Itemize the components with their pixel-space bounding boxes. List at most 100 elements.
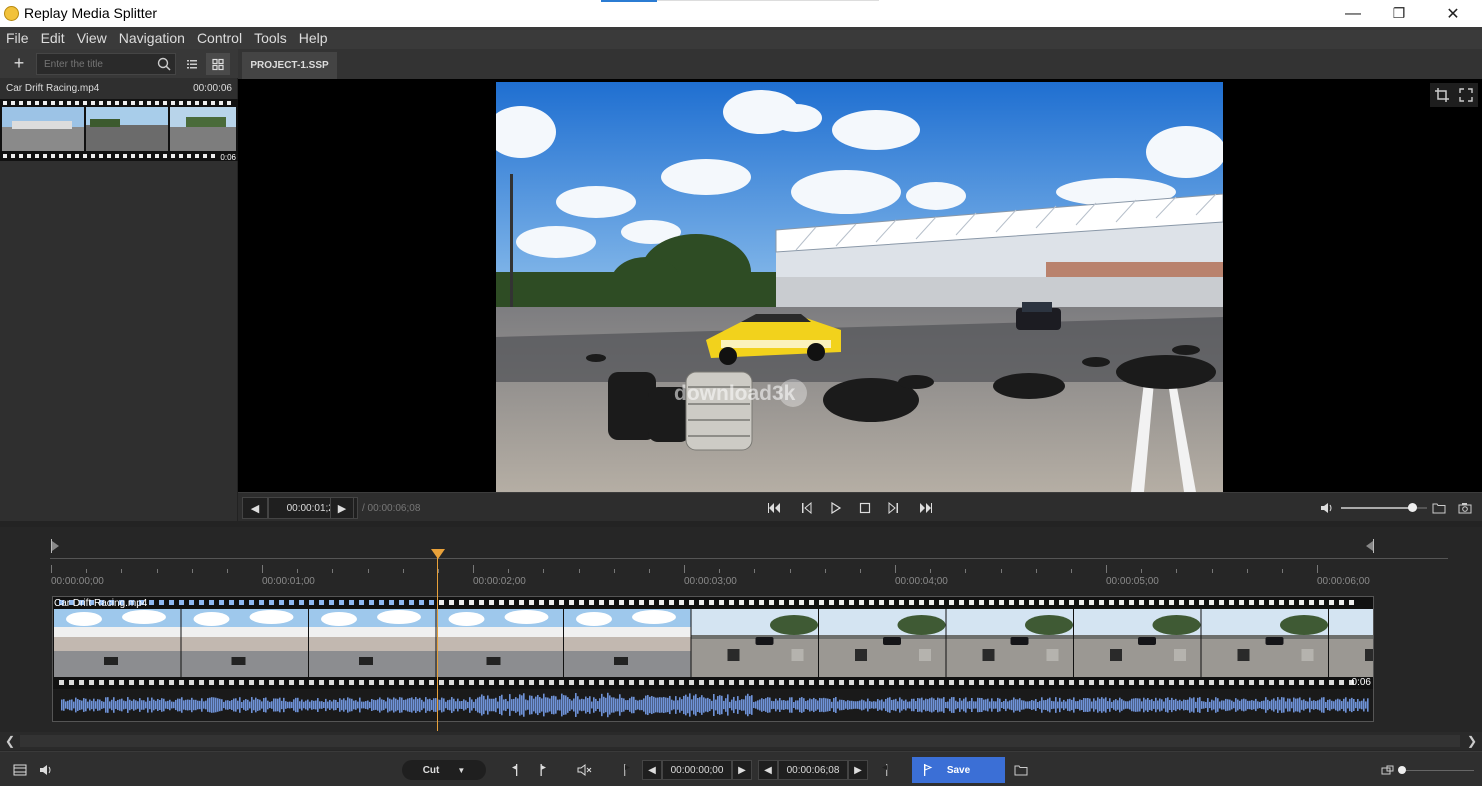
fullscreen-icon[interactable] [1456, 85, 1476, 105]
waveform-bar [315, 700, 317, 710]
waveform-bar [1011, 699, 1013, 711]
waveform-bar [943, 697, 945, 713]
save-button[interactable]: Save [912, 757, 1005, 783]
waveform-bar [695, 694, 697, 716]
go-to-end-marker-icon[interactable] [876, 760, 896, 780]
waveform-bar [151, 697, 153, 713]
zoom-out-icon[interactable] [1380, 760, 1396, 780]
tab-project[interactable]: PROJECT-1.SSP [242, 52, 337, 79]
list-view-icon[interactable] [181, 53, 203, 75]
waveform-bar [1293, 697, 1295, 713]
waveform-bar [295, 697, 297, 713]
close-button[interactable]: ✕ [1430, 0, 1476, 27]
timeline-scrollbar[interactable]: ❮ ❯ [0, 732, 1482, 750]
menu-tools[interactable]: Tools [248, 27, 293, 49]
waveform-bar [1177, 700, 1179, 710]
waveform-bar [345, 700, 347, 710]
volume-slider[interactable] [1341, 503, 1427, 512]
waveform-bar [369, 701, 371, 709]
sprocket-hole [1049, 600, 1054, 605]
minimize-button[interactable]: — [1330, 0, 1376, 27]
waveform-bar [1013, 697, 1015, 713]
scroll-right-icon[interactable]: ❯ [1464, 734, 1480, 748]
end-time-field[interactable]: 00:00:06;08 [778, 760, 848, 780]
zoom-slider[interactable] [1398, 766, 1474, 774]
waveform-bar [661, 697, 663, 713]
sprocket-hole [429, 600, 434, 605]
end-time-decrement[interactable]: ◀ [758, 760, 778, 780]
menu-file[interactable]: File [0, 27, 35, 49]
scroll-left-icon[interactable]: ❮ [2, 734, 18, 748]
waveform-bar [1129, 700, 1131, 710]
end-time-increment[interactable]: ▶ [848, 760, 868, 780]
time-ruler[interactable]: 00:00:00;00 00:00:01;00 00:00:02;00 00:00:0… [50, 547, 1448, 587]
playhead-line[interactable] [437, 553, 438, 731]
ruler-minor-tick [613, 569, 615, 573]
waveform-bar [1341, 701, 1343, 709]
waveform-bar [599, 698, 601, 712]
start-time-increment[interactable]: ▶ [732, 760, 752, 780]
video-track[interactable]: Car Drift Racing.mp4 0:06 [52, 596, 1374, 722]
menu-view[interactable]: View [71, 27, 113, 49]
waveform-bar [777, 700, 779, 710]
waveform-bar [761, 698, 763, 712]
volume-knob[interactable] [1407, 503, 1417, 512]
set-start-marker-icon[interactable] [506, 760, 526, 780]
video-frame: download3k [496, 82, 1223, 492]
zoom-knob[interactable] [1398, 766, 1406, 774]
skip-to-start-icon[interactable] [764, 497, 786, 519]
waveform-bar [427, 699, 429, 711]
mode-select[interactable]: Cut ▼ [402, 760, 486, 780]
scrollbar-thumb[interactable] [20, 735, 1460, 747]
step-forward-icon[interactable] [882, 497, 904, 519]
grid-view-icon[interactable] [206, 53, 230, 75]
waveform-bar [1119, 697, 1121, 713]
waveform-bar [719, 695, 721, 715]
sprocket-hole [1179, 680, 1184, 685]
menu-control[interactable]: Control [191, 27, 248, 49]
add-media-button[interactable]: + [6, 53, 32, 75]
sprocket-hole [739, 680, 744, 685]
mute-icon[interactable] [574, 760, 596, 780]
search-icon[interactable] [153, 53, 175, 75]
waveform-bar [1319, 699, 1321, 711]
volume-icon[interactable] [1316, 497, 1338, 519]
waveform-bar [717, 696, 719, 714]
stop-icon[interactable] [854, 497, 876, 519]
skip-to-end-icon[interactable] [914, 497, 936, 519]
library-item[interactable]: Car Drift Racing.mp4 00:00:06 0:06 [0, 81, 238, 163]
next-frame-icon[interactable]: ▶ [330, 497, 354, 519]
menu-edit[interactable]: Edit [35, 27, 71, 49]
prev-frame-icon[interactable]: ◀ [242, 497, 268, 519]
sprocket-hole [749, 680, 754, 685]
waveform-bar [1143, 697, 1145, 713]
snapshot-icon[interactable] [1454, 497, 1476, 519]
step-back-icon[interactable] [796, 497, 818, 519]
waveform-bar [815, 699, 817, 711]
film-mode-icon[interactable] [10, 760, 30, 780]
menu-navigation[interactable]: Navigation [113, 27, 191, 49]
waveform-bar [1111, 701, 1113, 709]
restore-button[interactable]: ❐ [1376, 0, 1422, 27]
set-end-marker-icon[interactable] [532, 760, 552, 780]
waveform-bar [75, 697, 77, 713]
ruler-minor-tick [789, 569, 791, 573]
crop-icon[interactable] [1432, 85, 1452, 105]
waveform-bar [863, 700, 865, 710]
menu-help[interactable]: Help [293, 27, 334, 49]
waveform-bar [1023, 700, 1025, 710]
sprocket-hole [839, 600, 844, 605]
waveform-bar [1291, 701, 1293, 709]
folder-icon[interactable] [1428, 497, 1450, 519]
start-time-decrement[interactable]: ◀ [642, 760, 662, 780]
play-icon[interactable] [825, 497, 847, 519]
playhead-handle[interactable] [431, 549, 445, 559]
audio-mode-icon[interactable] [36, 760, 56, 780]
output-folder-icon[interactable] [1010, 760, 1032, 780]
go-to-start-marker-icon[interactable] [616, 760, 636, 780]
waveform-bar [1303, 699, 1305, 711]
sprocket-hole [259, 680, 264, 685]
waveform-bar [961, 700, 963, 710]
start-time-field[interactable]: 00:00:00;00 [662, 760, 732, 780]
waveform-bar [231, 700, 233, 710]
